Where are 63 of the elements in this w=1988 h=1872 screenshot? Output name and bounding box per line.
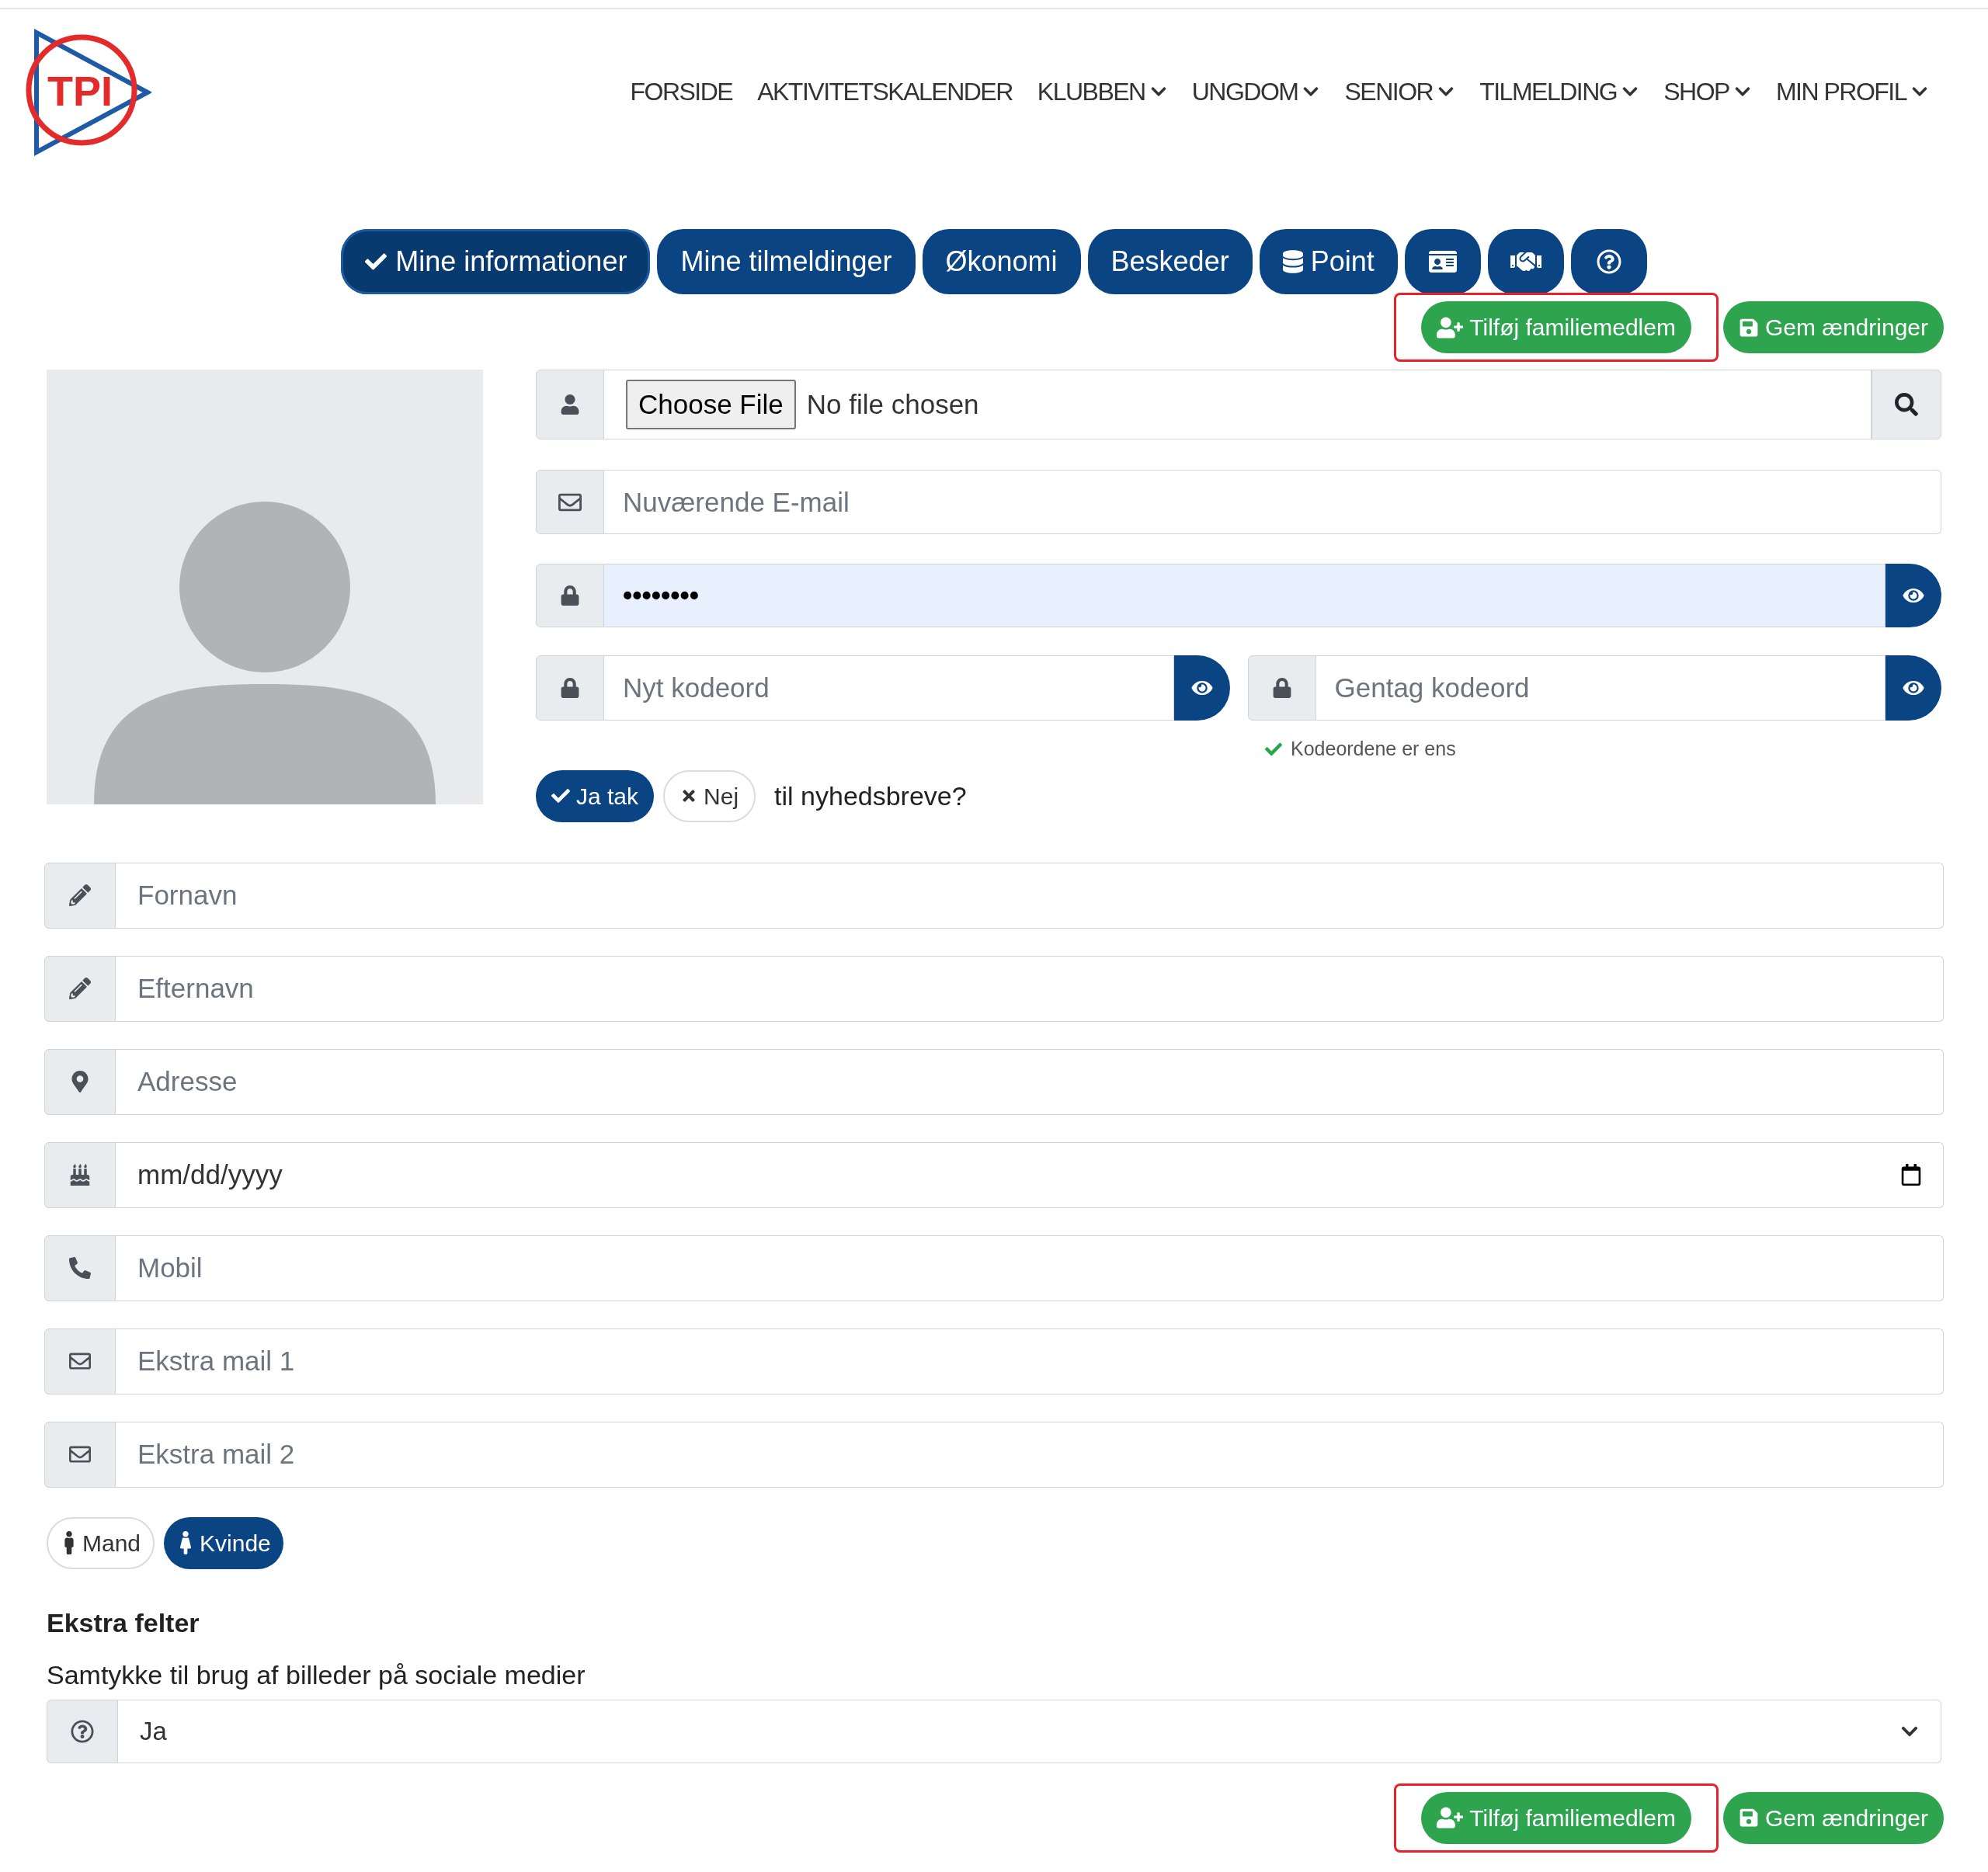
newsletter-question: til nyhedsbreve? (774, 780, 967, 812)
profile-tab[interactable]: Mine tilmeldinger (657, 229, 916, 294)
profile-tab[interactable] (1404, 229, 1481, 294)
pencil-icon (69, 978, 91, 999)
help-icon (1596, 249, 1621, 274)
date-field[interactable]: mm/dd/yyyy (116, 1141, 1944, 1208)
eye-icon (1903, 679, 1924, 697)
search-icon (1895, 393, 1918, 416)
show-password-button[interactable] (1173, 655, 1230, 721)
gender-option[interactable]: Mand (47, 1516, 155, 1569)
eye-icon (1903, 586, 1924, 605)
save-icon (1738, 1808, 1759, 1828)
id-card-icon (1427, 249, 1458, 274)
profile-tab[interactable]: Mine informationer (341, 229, 651, 294)
nav-link[interactable]: TILMELDING (1479, 73, 1639, 110)
check-icon (551, 787, 570, 805)
lock-icon (561, 678, 579, 698)
nav-link[interactable]: SHOP (1663, 73, 1751, 110)
lock-icon (561, 585, 579, 606)
password-match-hint: Kodeordene er ens (1291, 737, 1456, 761)
email-field[interactable]: Nuværende E-mail (604, 470, 1941, 534)
text-field[interactable]: Ekstra mail 2 (116, 1421, 1944, 1488)
phone-icon (69, 1257, 91, 1279)
add-user-icon (1437, 316, 1464, 339)
nav-link[interactable]: SENIOR (1344, 73, 1455, 110)
save-icon (1738, 317, 1759, 338)
search-button[interactable] (1872, 370, 1941, 439)
text-field[interactable]: Fornavn (116, 862, 1944, 929)
select-field[interactable]: Ja (118, 1699, 1941, 1763)
profile-tab[interactable] (1487, 229, 1564, 294)
profile-tab[interactable]: Beskeder (1087, 229, 1253, 294)
repeat-password-field[interactable]: Gentag kodeord (1315, 655, 1885, 721)
nav-link[interactable]: FORSIDE (630, 73, 733, 110)
nav-link[interactable]: AKTIVITETSKALENDER (757, 73, 1013, 110)
text-field[interactable]: Efternavn (116, 955, 1944, 1022)
section-heading: Ekstra felter (47, 1606, 200, 1639)
user-icon (561, 394, 579, 415)
cake-icon (69, 1164, 91, 1186)
newsletter-option[interactable]: Nej (663, 769, 756, 822)
show-password-button[interactable] (1885, 564, 1941, 627)
text-field[interactable]: Mobil (116, 1235, 1944, 1301)
newsletter-option[interactable]: Ja tak (536, 769, 655, 822)
nav-link[interactable]: UNGDOM (1191, 73, 1320, 110)
profile-tab[interactable]: Økonomi (922, 229, 1081, 294)
help-icon (71, 1719, 94, 1743)
show-password-button[interactable] (1885, 655, 1941, 721)
text-field[interactable]: Ekstra mail 1 (116, 1328, 1944, 1394)
eye-icon (1190, 679, 1213, 697)
add-user-icon (1437, 1807, 1464, 1829)
field-label: Samtykke til brug af billeder på sociale medier (47, 1658, 586, 1691)
lock-icon (1272, 678, 1291, 698)
nav-link[interactable]: KLUBBEN (1037, 73, 1167, 110)
file-upload-field[interactable]: Choose File No file chosen (604, 370, 1872, 439)
pencil-icon (69, 884, 91, 906)
nav-link[interactable]: MIN PROFIL (1775, 73, 1928, 110)
text-field[interactable]: Adresse (116, 1048, 1944, 1115)
calendar-icon (1901, 1164, 1921, 1186)
database-icon (1282, 250, 1303, 273)
new-password-field[interactable]: Nyt kodeord (604, 655, 1174, 721)
profile-tab[interactable] (1570, 229, 1647, 294)
profile-tab[interactable]: Point (1259, 229, 1398, 294)
gender-option[interactable]: Kvinde (164, 1516, 283, 1569)
password-field[interactable]: •••••••• (604, 564, 1885, 627)
